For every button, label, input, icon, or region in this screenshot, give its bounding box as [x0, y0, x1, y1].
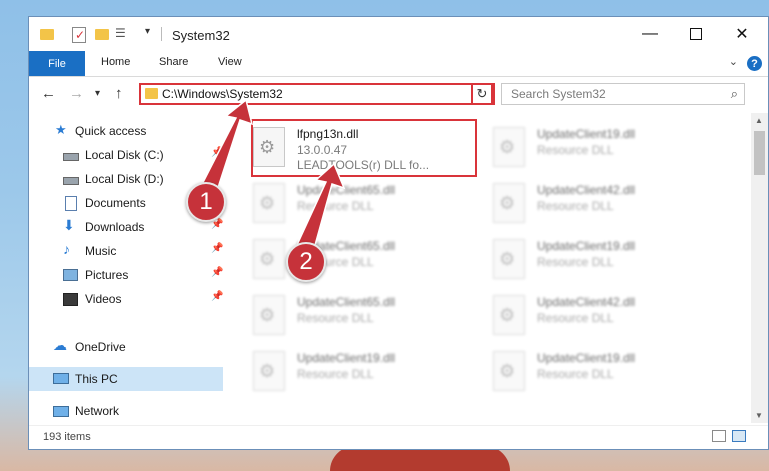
callout-arrows [194, 98, 346, 258]
step-2-badge: 2 [286, 242, 326, 282]
step-1-badge: 1 [186, 182, 226, 222]
